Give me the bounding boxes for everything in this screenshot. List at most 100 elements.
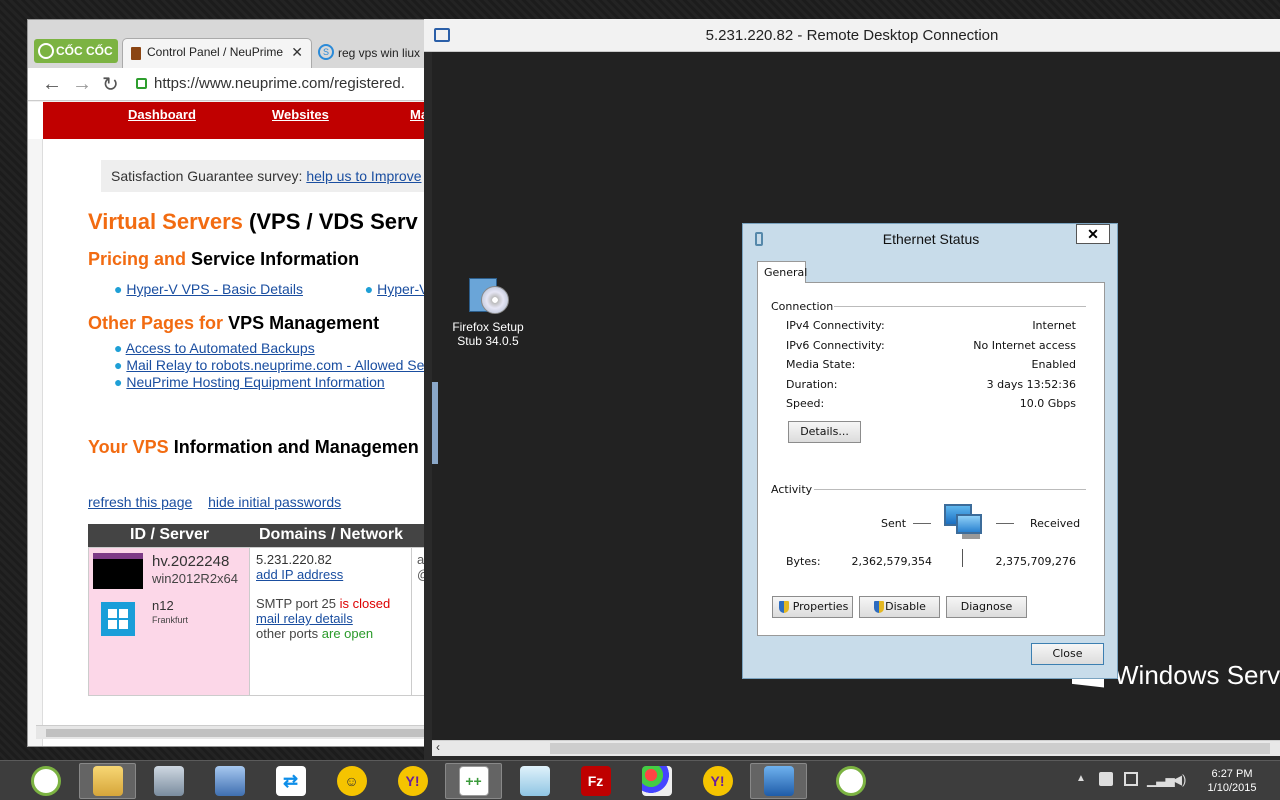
pricing-list: ● Hyper-V VPS - Basic Details ● Hyper-V — [114, 281, 428, 297]
dialog-title: Ethernet Status — [882, 231, 980, 247]
bytes-sent-value: 2,362,579,354 — [851, 555, 932, 568]
dialog-close-button[interactable]: ✕ — [1076, 224, 1110, 244]
divider — [814, 489, 1086, 490]
survey-link[interactable]: help us to Improve — [306, 168, 421, 184]
page-content: Dashboard Websites Ma Satisfaction Guara… — [28, 102, 428, 746]
taskbar-coccoc-2[interactable] — [822, 763, 879, 799]
heading-black: (VPS / VDS Serv — [249, 209, 418, 234]
connection-label: Connection — [771, 300, 834, 313]
server-thumbnail[interactable] — [93, 553, 143, 589]
scroll-left-icon[interactable]: ‹ — [436, 740, 440, 754]
diagnose-button[interactable]: Diagnose — [946, 596, 1027, 618]
taskbar-notepad[interactable] — [506, 763, 563, 799]
link-mail-relay[interactable]: Mail Relay to robots.neuprime.com - Allo… — [126, 357, 424, 373]
link-hyperv-more[interactable]: Hyper-V — [377, 281, 428, 297]
link-backups[interactable]: Access to Automated Backups — [126, 340, 315, 356]
divider — [962, 549, 963, 567]
taskbar-network[interactable] — [201, 763, 258, 799]
nav-websites[interactable]: Websites — [272, 107, 329, 122]
icon-label: Stub 34.0.5 — [457, 334, 519, 348]
coccoc-icon — [835, 766, 866, 796]
back-icon[interactable]: ← — [42, 73, 62, 96]
taskbar-file-explorer[interactable] — [79, 763, 136, 799]
coccoc-logo-text: CỐC CỐC — [56, 44, 113, 58]
server-id: hv.2022248 — [152, 553, 230, 570]
taskbar-paint[interactable] — [628, 763, 685, 799]
remote-desktop-icon — [763, 766, 794, 796]
tab-general[interactable]: General — [757, 261, 807, 283]
taskbar-teamviewer[interactable]: ⇄ — [262, 763, 319, 799]
close-button[interactable]: Close — [1031, 643, 1104, 665]
ports-text: other ports — [256, 626, 319, 641]
taskbar-yahoo-messenger[interactable]: Y! — [384, 763, 441, 799]
other-pages-heading: Other Pages for VPS Management — [88, 313, 379, 334]
survey-box: Satisfaction Guarantee survey: help us t… — [101, 160, 428, 192]
edge-strip — [432, 382, 438, 464]
add-ip-link[interactable]: add IP address — [256, 567, 405, 582]
link-hyperv-basic[interactable]: Hyper-V VPS - Basic Details — [126, 281, 303, 297]
paint-icon — [641, 766, 672, 796]
details-button[interactable]: Details... — [788, 421, 861, 443]
hide-passwords-link[interactable]: hide initial passwords — [208, 494, 341, 510]
speed-value: 10.0 Gbps — [1019, 397, 1076, 410]
button-label: Properties — [792, 600, 849, 613]
nav-dashboard[interactable]: Dashboard — [128, 107, 196, 122]
firefox-setup-icon[interactable]: Firefox Setup Stub 34.0.5 — [448, 274, 528, 348]
installer-icon — [467, 274, 509, 316]
taskbar-messenger[interactable]: ☺ — [323, 763, 380, 799]
rdp-horizontal-scrollbar[interactable]: ‹ — [432, 740, 1280, 756]
properties-button[interactable]: Properties — [772, 596, 853, 618]
bytes-label: Bytes: — [786, 555, 821, 568]
signal-icon[interactable]: ▁▃▅ — [1147, 773, 1175, 787]
speed-label: Speed: — [786, 397, 825, 410]
tab-control-panel[interactable]: Control Panel / NeuPrime ✕ — [122, 38, 312, 68]
shield-icon — [779, 601, 789, 613]
divider — [834, 306, 1086, 307]
link-equipment[interactable]: NeuPrime Hosting Equipment Information — [126, 374, 384, 390]
scroll-thumb[interactable] — [550, 743, 1270, 754]
refresh-link[interactable]: refresh this page — [88, 494, 192, 510]
scroll-thumb[interactable] — [46, 729, 428, 737]
file-explorer-icon — [92, 766, 123, 796]
volume-icon[interactable]: ◀) — [1172, 772, 1186, 788]
ports-open: are open — [321, 626, 374, 641]
forward-icon[interactable]: → — [72, 73, 92, 96]
bullet-icon: ● — [114, 281, 123, 297]
search-engine-icon: S — [318, 44, 334, 60]
taskbar-notepadpp[interactable]: ++ — [445, 763, 502, 799]
col-header-id: ID / Server — [130, 526, 210, 543]
coccoc-logo-icon — [38, 43, 54, 59]
disable-button[interactable]: Disable — [859, 596, 940, 618]
show-hidden-icons[interactable]: ▲ — [1076, 773, 1086, 784]
taskbar-computer[interactable] — [140, 763, 197, 799]
clock-date: 1/10/2015 — [1207, 782, 1257, 794]
network-activity-icon — [942, 502, 984, 542]
media-state-value: Enabled — [1031, 358, 1076, 371]
network-icon — [214, 766, 245, 796]
taskbar-filezilla[interactable]: Fz — [567, 763, 624, 799]
button-label: Disable — [885, 600, 926, 613]
reload-icon[interactable]: ↻ — [102, 72, 119, 97]
left-gutter — [28, 139, 43, 746]
notepad-icon — [519, 766, 550, 796]
close-tab-icon[interactable]: ✕ — [291, 44, 303, 61]
divider — [913, 523, 931, 524]
col-header-domains: Domains / Network — [259, 526, 404, 543]
bullet-icon: ● — [114, 374, 123, 390]
coccoc-logo[interactable]: CỐC CỐC — [34, 39, 118, 63]
network-tray-icon[interactable] — [1124, 772, 1138, 786]
horizontal-scrollbar[interactable] — [36, 725, 428, 739]
clock[interactable]: 6:27 PM 1/10/2015 — [1196, 767, 1268, 795]
taskbar-yahoo-messenger-2[interactable]: Y! — [689, 763, 746, 799]
node-location: Frankfurt — [152, 615, 189, 625]
server-os: win2012R2x64 — [152, 571, 239, 586]
taskbar-remote-desktop[interactable] — [750, 763, 807, 799]
tab-reg-vps[interactable]: S reg vps win liux — [314, 40, 428, 70]
server-cell: hv.2022248 win2012R2x64 n12 Frankfurt — [89, 548, 250, 695]
ports-status: other ports are open — [256, 626, 405, 641]
action-center-icon[interactable] — [1099, 772, 1113, 786]
teamviewer-icon: ⇄ — [275, 766, 306, 796]
relay-details-link[interactable]: mail relay details — [256, 611, 405, 626]
url-field[interactable]: https://www.neuprime.com/registered. — [154, 75, 405, 92]
taskbar-coccoc[interactable] — [17, 763, 74, 799]
